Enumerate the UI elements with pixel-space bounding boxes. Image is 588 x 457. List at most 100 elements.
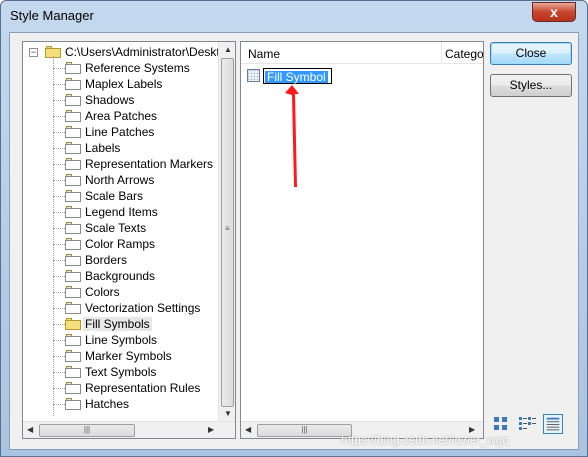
folder-icon xyxy=(65,110,81,122)
list-header: Name Category xyxy=(241,42,483,64)
tree-item-label: Vectorization Settings xyxy=(85,301,201,315)
folder-icon xyxy=(65,126,81,138)
scroll-down-icon[interactable]: ▼ xyxy=(224,409,232,418)
styles-button[interactable]: Styles... xyxy=(490,74,572,97)
tree-item-label: Legend Items xyxy=(85,205,158,219)
tree-connector xyxy=(53,340,65,341)
tree-item-label: Line Patches xyxy=(85,125,155,139)
tree-item[interactable]: Scale Bars xyxy=(23,188,218,204)
folder-icon xyxy=(65,158,81,170)
tree-item[interactable]: Vectorization Settings xyxy=(23,300,218,316)
column-category-header[interactable]: Category xyxy=(445,47,483,61)
tree-item[interactable]: Marker Symbols xyxy=(23,348,218,364)
close-button[interactable]: Close xyxy=(490,42,572,65)
details-view-icon[interactable] xyxy=(543,414,563,434)
tree-item-label: Fill Symbols xyxy=(83,317,152,331)
tree-hscroll-thumb[interactable]: ||| xyxy=(39,424,135,437)
tree-item-label: Borders xyxy=(85,253,128,267)
tree-connector xyxy=(53,68,65,69)
tree-item-label: North Arrows xyxy=(85,173,155,187)
annotation-arrow xyxy=(285,85,299,187)
scroll-left-icon[interactable]: ◀ xyxy=(245,425,251,434)
folder-icon xyxy=(65,206,81,218)
dialog-body: − C:\Users\Administrator\Desktop Referen… xyxy=(9,32,579,450)
folder-icon xyxy=(65,270,81,282)
tree-item-label: Scale Bars xyxy=(85,189,144,203)
collapse-icon[interactable]: − xyxy=(29,48,38,57)
tree-connector xyxy=(53,228,65,229)
style-tree[interactable]: − C:\Users\Administrator\Desktop Referen… xyxy=(22,41,236,439)
tree-item[interactable]: Labels xyxy=(23,140,218,156)
tree-connector xyxy=(53,148,65,149)
folder-icon xyxy=(65,62,81,74)
scroll-up-icon[interactable]: ▲ xyxy=(224,45,232,54)
tree-item[interactable]: North Arrows xyxy=(23,172,218,188)
watermark-text: https://blog.csdn.net/lower_wgq xyxy=(341,433,510,447)
tree-connector xyxy=(53,196,65,197)
tree-connector xyxy=(53,244,65,245)
tree-item-label: Marker Symbols xyxy=(85,349,172,363)
window-title: Style Manager xyxy=(10,8,94,23)
large-icons-view-icon[interactable] xyxy=(491,414,511,434)
list-hscroll-thumb[interactable]: ||| xyxy=(257,424,352,437)
tree-item[interactable]: Text Symbols xyxy=(23,364,218,380)
tree-connector xyxy=(53,164,65,165)
tree-root-label: C:\Users\Administrator\Desktop xyxy=(65,45,234,59)
style-manager-window: Style Manager x − C:\Users\Administrator… xyxy=(0,0,588,457)
tree-item[interactable]: Reference Systems xyxy=(23,60,218,76)
tree-item[interactable]: Backgrounds xyxy=(23,268,218,284)
folder-icon xyxy=(65,398,81,410)
tree-item[interactable]: Legend Items xyxy=(23,204,218,220)
tree-item-label: Color Ramps xyxy=(85,237,156,251)
tree-item[interactable]: Representation Markers xyxy=(23,156,218,172)
column-name-header[interactable]: Name xyxy=(248,47,280,61)
folder-icon xyxy=(65,222,81,234)
column-divider[interactable] xyxy=(441,42,442,64)
list-view-icon[interactable] xyxy=(517,414,537,434)
tree-scroll-thumb[interactable]: ≡ xyxy=(221,58,234,407)
fill-symbol-icon xyxy=(247,69,260,82)
tree-vertical-scrollbar[interactable]: ▲ ≡ ▼ xyxy=(218,42,235,423)
folder-icon xyxy=(65,350,81,362)
tree-item[interactable]: Fill Symbols xyxy=(23,316,218,332)
tree-connector xyxy=(53,388,65,389)
tree-connector xyxy=(53,132,65,133)
tree-item-label: Maplex Labels xyxy=(85,77,163,91)
tree-connector xyxy=(53,116,65,117)
tree-connector xyxy=(53,292,65,293)
tree-item[interactable]: Area Patches xyxy=(23,108,218,124)
tree-horizontal-scrollbar[interactable]: ◀ ||| ▶ xyxy=(23,421,235,438)
tree-item[interactable]: Scale Texts xyxy=(23,220,218,236)
folder-icon xyxy=(65,334,81,346)
tree-connector xyxy=(53,100,65,101)
folder-open-icon xyxy=(65,318,81,330)
tree-connector xyxy=(53,276,65,277)
tree-item[interactable]: Shadows xyxy=(23,92,218,108)
tree-item[interactable]: Colors xyxy=(23,284,218,300)
folder-icon xyxy=(65,142,81,154)
tree-item[interactable]: Line Symbols xyxy=(23,332,218,348)
tree-connector xyxy=(53,324,65,325)
folder-icon xyxy=(65,382,81,394)
folder-icon xyxy=(65,94,81,106)
scroll-left-icon[interactable]: ◀ xyxy=(27,425,33,434)
title-bar[interactable]: Style Manager x xyxy=(1,1,587,31)
style-items-list[interactable]: Name Category Fill Symbol ◀ ||| ▶ xyxy=(240,41,484,439)
folder-icon xyxy=(65,366,81,378)
tree-connector xyxy=(53,356,65,357)
tree-item-label: Backgrounds xyxy=(85,269,156,283)
window-close-icon[interactable]: x xyxy=(532,2,576,22)
tree-item-label: Text Symbols xyxy=(85,365,157,379)
tree-item[interactable]: Borders xyxy=(23,252,218,268)
scroll-right-icon[interactable]: ▶ xyxy=(208,425,214,434)
tree-item[interactable]: Line Patches xyxy=(23,124,218,140)
tree-item-label: Reference Systems xyxy=(85,61,190,75)
tree-item-label: Scale Texts xyxy=(85,221,147,235)
tree-item[interactable]: Representation Rules xyxy=(23,380,218,396)
tree-item[interactable]: Maplex Labels xyxy=(23,76,218,92)
folder-icon xyxy=(65,286,81,298)
tree-item[interactable]: Color Ramps xyxy=(23,236,218,252)
tree-item-label: Area Patches xyxy=(85,109,158,123)
tree-item-label: Labels xyxy=(85,141,121,155)
tree-item[interactable]: Hatches xyxy=(23,396,218,412)
